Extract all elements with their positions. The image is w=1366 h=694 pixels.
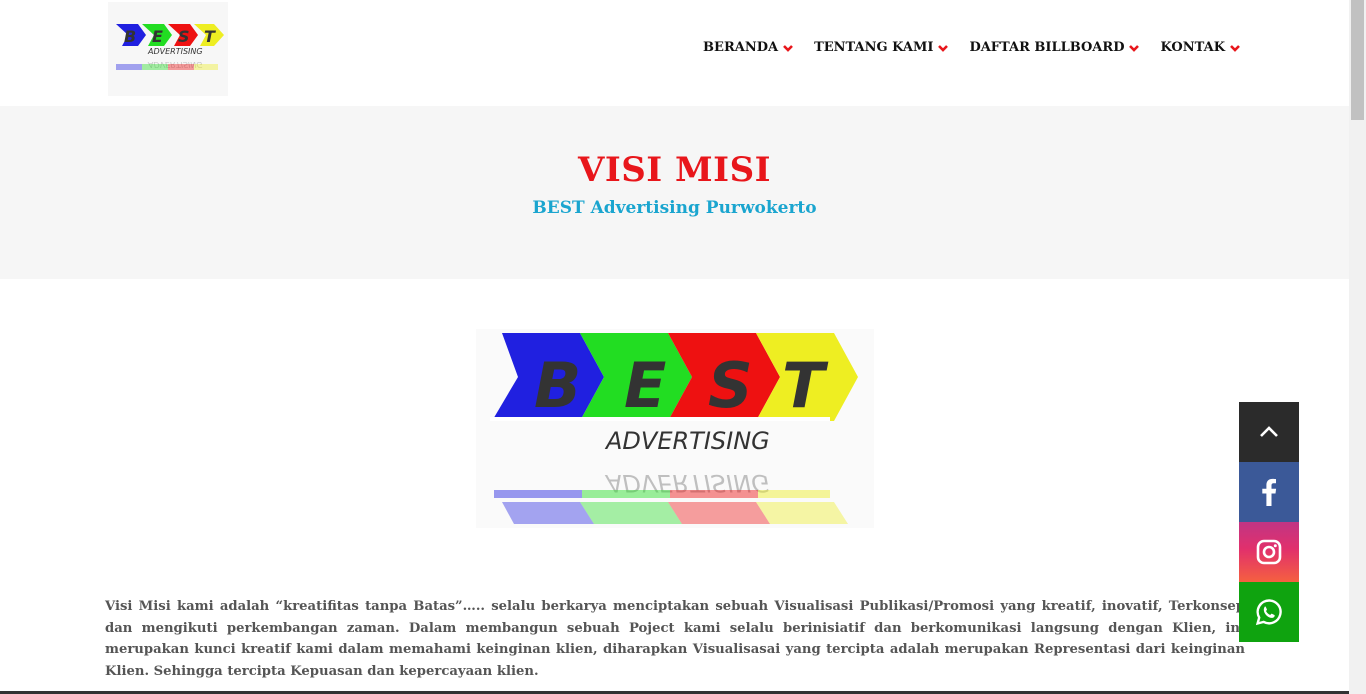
facebook-button[interactable]: [1239, 462, 1299, 522]
floating-social-bar: [1239, 402, 1299, 642]
chevron-down-icon: [1230, 44, 1240, 52]
chevron-up-icon: [1260, 426, 1278, 437]
page-subtitle: BEST Advertising Purwokerto: [532, 198, 817, 218]
nav-label: BERANDA: [703, 40, 779, 55]
svg-text:S: S: [178, 27, 190, 46]
svg-text:ADVERTISING: ADVERTISING: [147, 47, 203, 56]
svg-text:B: B: [534, 349, 581, 422]
svg-text:E: E: [152, 27, 163, 46]
whatsapp-button[interactable]: [1239, 582, 1299, 642]
svg-text:S: S: [708, 349, 753, 422]
nav-item-kontak[interactable]: KONTAK: [1160, 40, 1241, 55]
page-banner: VISI MISI BEST Advertising Purwokerto: [0, 106, 1349, 279]
instagram-button[interactable]: [1239, 522, 1299, 582]
page-title: VISI MISI: [577, 150, 772, 190]
nav-item-beranda[interactable]: BERANDA: [703, 40, 794, 55]
page-scrollbar[interactable]: [1349, 0, 1366, 694]
visi-misi-paragraph: Visi Misi kami adalah “kreatifitas tanpa…: [105, 599, 1245, 680]
site-logo[interactable]: B E S T ADVERTISING ADVERTISING: [108, 2, 228, 96]
svg-text:T: T: [204, 27, 216, 46]
chevron-down-icon: [1129, 44, 1140, 52]
nav-label: DAFTAR BILLBOARD: [969, 40, 1125, 55]
svg-text:T: T: [782, 349, 829, 422]
best-advertising-logo-image: B E S T ADVERTISING ADVERTISING: [476, 329, 874, 528]
nav-item-daftar-billboard[interactable]: DAFTAR BILLBOARD: [969, 40, 1140, 55]
instagram-icon: [1256, 539, 1282, 565]
back-to-top-button[interactable]: [1239, 402, 1299, 462]
svg-text:E: E: [624, 349, 666, 422]
main-nav: BERANDA TENTANG KAMI DAFTAR BILLBOARD KO…: [703, 40, 1241, 55]
svg-text:B: B: [124, 27, 136, 46]
nav-label: KONTAK: [1160, 40, 1225, 55]
whatsapp-icon: [1255, 599, 1282, 626]
svg-text:ADVERTISING: ADVERTISING: [604, 427, 770, 455]
site-header: B E S T ADVERTISING ADVERTISING BERANDA …: [0, 0, 1349, 106]
chevron-down-icon: [938, 44, 949, 52]
nav-label: TENTANG KAMI: [814, 40, 934, 55]
chevron-down-icon: [783, 44, 793, 52]
facebook-icon: [1262, 478, 1277, 506]
scrollbar-thumb[interactable]: [1351, 0, 1364, 120]
nav-item-tentang-kami[interactable]: TENTANG KAMI: [814, 40, 949, 55]
